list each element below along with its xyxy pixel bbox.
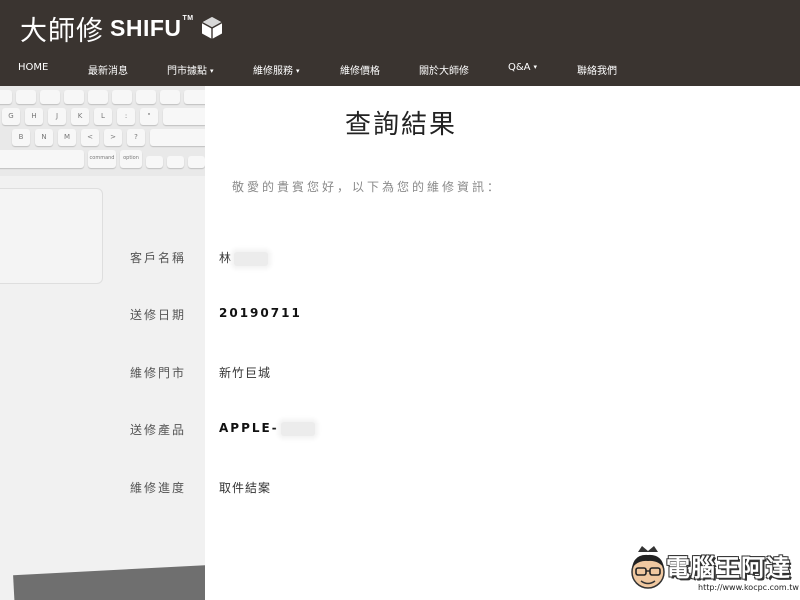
key-colon: : <box>117 108 135 125</box>
laptop-background-image: G H J K L : " B N M < > ? command option <box>0 86 205 600</box>
nav-contact[interactable]: 聯絡我們 <box>577 62 617 77</box>
value-repair-date: 20190711 <box>219 306 302 320</box>
key-option: option <box>120 150 142 168</box>
key-k: K <box>71 108 89 125</box>
key-h: H <box>25 108 43 125</box>
key-j: J <box>48 108 66 125</box>
hexagon-cube-icon <box>201 17 222 39</box>
label-repair-status: 維修進度 <box>130 481 187 495</box>
key-b: B <box>12 129 30 146</box>
label-repair-date: 送修日期 <box>130 308 187 322</box>
nav-qa[interactable]: Q&A ▾ <box>508 62 537 73</box>
key-command: command <box>88 150 116 168</box>
nav-stores[interactable]: 門市據點 ▾ <box>167 62 214 77</box>
chevron-down-icon: ▾ <box>296 67 300 75</box>
chevron-down-icon: ▾ <box>210 67 214 75</box>
value-repair-store: 新竹巨城 <box>219 366 272 380</box>
trackpad-image <box>0 188 103 284</box>
device-edge-image <box>13 564 205 600</box>
watermark-url: http://www.kocpc.com.tw <box>698 583 799 592</box>
value-repair-status: 取件結案 <box>219 481 272 495</box>
key-n: N <box>35 129 53 146</box>
key-quote: " <box>140 108 158 125</box>
redacted-mask <box>280 421 315 436</box>
key-l: L <box>94 108 112 125</box>
key-g: G <box>2 108 20 125</box>
nav-news[interactable]: 最新消息 <box>88 62 128 77</box>
mascot-face-icon <box>631 546 665 589</box>
page-title: 查詢結果 <box>345 110 458 140</box>
key-less-than: < <box>81 129 99 146</box>
nav-services[interactable]: 維修服務 ▾ <box>253 62 300 77</box>
redacted-mask <box>234 251 269 266</box>
nav-prices[interactable]: 維修價格 <box>340 62 380 77</box>
key-m: M <box>58 129 76 146</box>
logo-trademark: TM <box>182 14 194 22</box>
nav-about[interactable]: 關於大師修 <box>419 62 469 77</box>
greeting-text: 敬愛的貴賓您好，以下為您的維修資訊： <box>232 180 503 194</box>
label-repair-product: 送修產品 <box>130 423 187 437</box>
logo-chinese-text: 大師修 <box>20 15 104 47</box>
chevron-down-icon: ▾ <box>533 63 538 71</box>
result-panel <box>205 86 800 600</box>
nav-home[interactable]: HOME <box>18 62 48 73</box>
label-customer-name: 客戶名稱 <box>130 251 187 265</box>
label-repair-store: 維修門市 <box>130 366 187 380</box>
main-nav: HOME 最新消息 門市據點 ▾ 維修服務 ▾ 維修價格 關於大師修 Q&A ▾ 聯絡… <box>0 56 800 84</box>
watermark: 電腦王阿達 http://www.kocpc.com.tw <box>626 538 799 598</box>
value-customer-name: 林 <box>219 249 269 266</box>
key-greater-than: > <box>104 129 122 146</box>
logo-english-text: SHIFUTM <box>110 14 194 41</box>
watermark-text: 電腦王阿達 <box>666 554 791 582</box>
site-logo[interactable]: 大師修 SHIFUTM <box>20 8 223 48</box>
keyboard-image: G H J K L : " B N M < > ? command option <box>0 86 205 176</box>
site-header: 大師修 SHIFUTM HOME 最新消息 門市據點 ▾ 維修服務 ▾ 維修價格 關… <box>0 0 800 86</box>
value-repair-product: APPLE- <box>219 421 315 436</box>
key-question: ? <box>127 129 145 146</box>
